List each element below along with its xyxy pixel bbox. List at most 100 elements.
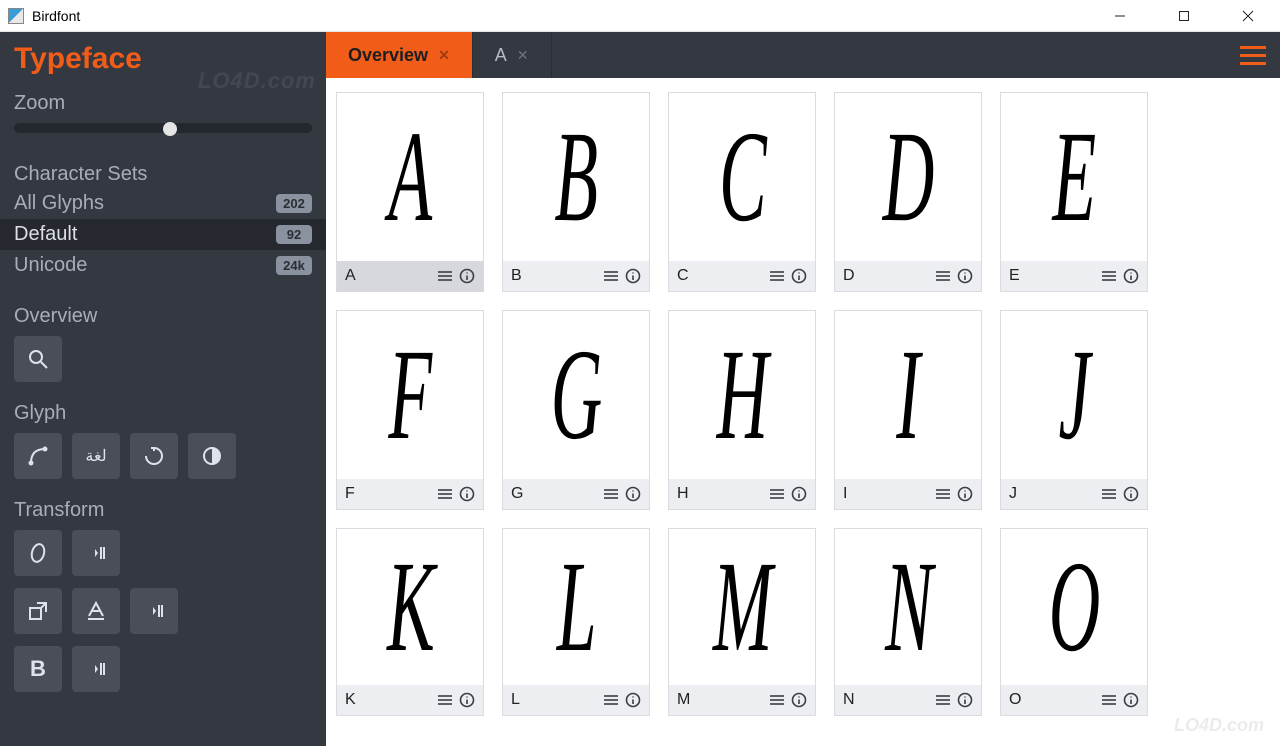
glyph-info-icon[interactable] bbox=[791, 486, 807, 502]
glyph-label: F bbox=[345, 485, 431, 503]
glyph-preview: D bbox=[835, 93, 981, 261]
glyph-grid-scroll[interactable]: AABBCCDDEEFFGGHHIIJJKKLLMMNNOO bbox=[326, 78, 1280, 746]
glyph-info-icon[interactable] bbox=[625, 268, 641, 284]
glyph-curve-button[interactable] bbox=[14, 433, 62, 479]
glyph-card-n[interactable]: NN bbox=[834, 528, 982, 716]
tab-bar: Overview ✕ A ✕ bbox=[326, 32, 1280, 78]
tab-overview[interactable]: Overview ✕ bbox=[326, 32, 473, 78]
glyph-menu-icon[interactable] bbox=[437, 269, 453, 283]
sidebar: LO4D.com Typeface Zoom Character Sets Al… bbox=[0, 32, 326, 746]
glyph-menu-icon[interactable] bbox=[437, 487, 453, 501]
zoom-slider[interactable] bbox=[14, 123, 312, 133]
glyph-card-g[interactable]: GG bbox=[502, 310, 650, 510]
glyph-grid: AABBCCDDEEFFGGHHIIJJKKLLMMNNOO bbox=[336, 92, 1270, 716]
glyph-info-icon[interactable] bbox=[625, 692, 641, 708]
glyph-label: A bbox=[345, 267, 431, 285]
window-minimize-button[interactable] bbox=[1100, 2, 1140, 30]
glyph-card-m[interactable]: MM bbox=[668, 528, 816, 716]
glyph-preview: E bbox=[1001, 93, 1147, 261]
glyph-rotate-button[interactable] bbox=[130, 433, 178, 479]
glyph-preview: K bbox=[337, 529, 483, 685]
glyph-menu-icon[interactable] bbox=[935, 693, 951, 707]
glyph-menu-icon[interactable] bbox=[603, 269, 619, 283]
tab-close-icon[interactable]: ✕ bbox=[517, 47, 529, 64]
glyph-preview: L bbox=[503, 529, 649, 685]
glyph-card-e[interactable]: EE bbox=[1000, 92, 1148, 292]
glyph-card-d[interactable]: DD bbox=[834, 92, 982, 292]
glyph-menu-icon[interactable] bbox=[769, 269, 785, 283]
glyph-preview: O bbox=[1001, 529, 1147, 685]
zoom-slider-thumb[interactable] bbox=[163, 122, 177, 136]
glyph-card-h[interactable]: HH bbox=[668, 310, 816, 510]
glyph-label: O bbox=[1009, 691, 1095, 709]
glyph-label: M bbox=[677, 691, 763, 709]
glyph-menu-icon[interactable] bbox=[603, 693, 619, 707]
glyph-info-icon[interactable] bbox=[1123, 268, 1139, 284]
charset-unicode[interactable]: Unicode 24k bbox=[0, 250, 326, 281]
window-close-button[interactable] bbox=[1228, 2, 1268, 30]
window-title: Birdfont bbox=[32, 8, 1100, 24]
glyph-info-icon[interactable] bbox=[957, 692, 973, 708]
glyph-menu-icon[interactable] bbox=[935, 487, 951, 501]
glyph-info-icon[interactable] bbox=[791, 692, 807, 708]
transform-baseline-button[interactable] bbox=[72, 588, 120, 634]
glyph-card-b[interactable]: BB bbox=[502, 92, 650, 292]
glyph-menu-icon[interactable] bbox=[1101, 269, 1117, 283]
transform-flip2-button[interactable] bbox=[130, 588, 178, 634]
glyph-contrast-button[interactable] bbox=[188, 433, 236, 479]
tab-close-icon[interactable]: ✕ bbox=[438, 47, 450, 64]
glyph-menu-icon[interactable] bbox=[769, 693, 785, 707]
glyph-menu-icon[interactable] bbox=[935, 269, 951, 283]
glyph-bar: C bbox=[669, 261, 815, 291]
search-button[interactable] bbox=[14, 336, 62, 382]
glyph-bar: K bbox=[337, 685, 483, 715]
glyph-info-icon[interactable] bbox=[791, 268, 807, 284]
glyph-menu-icon[interactable] bbox=[769, 487, 785, 501]
glyph-card-a[interactable]: AA bbox=[336, 92, 484, 292]
glyph-info-icon[interactable] bbox=[1123, 486, 1139, 502]
transform-resize-button[interactable] bbox=[14, 588, 62, 634]
glyph-card-o[interactable]: OO bbox=[1000, 528, 1148, 716]
glyph-card-k[interactable]: KK bbox=[336, 528, 484, 716]
glyph-label: K bbox=[345, 691, 431, 709]
tab-label: Overview bbox=[348, 45, 428, 66]
charset-all-glyphs[interactable]: All Glyphs 202 bbox=[0, 188, 326, 219]
glyph-label: L bbox=[511, 691, 597, 709]
glyph-info-icon[interactable] bbox=[1123, 692, 1139, 708]
glyph-card-f[interactable]: FF bbox=[336, 310, 484, 510]
window-maximize-button[interactable] bbox=[1164, 2, 1204, 30]
glyph-info-icon[interactable] bbox=[957, 486, 973, 502]
glyph-bar: G bbox=[503, 479, 649, 509]
charset-count: 92 bbox=[276, 225, 312, 244]
glyph-label: E bbox=[1009, 267, 1095, 285]
glyph-info-icon[interactable] bbox=[459, 486, 475, 502]
transform-flip-button[interactable] bbox=[72, 530, 120, 576]
tab-glyph-a[interactable]: A ✕ bbox=[473, 32, 552, 78]
charset-default[interactable]: Default 92 bbox=[0, 219, 326, 250]
glyph-menu-icon[interactable] bbox=[1101, 693, 1117, 707]
transform-skew-button[interactable] bbox=[14, 530, 62, 576]
glyph-info-icon[interactable] bbox=[459, 692, 475, 708]
glyph-card-i[interactable]: II bbox=[834, 310, 982, 510]
character-sets-label: Character Sets bbox=[0, 161, 326, 188]
glyph-card-c[interactable]: CC bbox=[668, 92, 816, 292]
glyph-label: B bbox=[511, 267, 597, 285]
glyph-bar: B bbox=[503, 261, 649, 291]
glyph-preview: A bbox=[337, 93, 483, 261]
glyph-preview: G bbox=[503, 311, 649, 479]
glyph-language-button[interactable]: لغة bbox=[72, 433, 120, 479]
charset-label: Unicode bbox=[14, 254, 87, 277]
menu-button[interactable] bbox=[1226, 32, 1280, 78]
glyph-info-icon[interactable] bbox=[459, 268, 475, 284]
glyph-info-icon[interactable] bbox=[625, 486, 641, 502]
glyph-card-l[interactable]: LL bbox=[502, 528, 650, 716]
glyph-menu-icon[interactable] bbox=[603, 487, 619, 501]
charset-label: Default bbox=[14, 223, 77, 246]
hamburger-icon bbox=[1240, 54, 1266, 57]
glyph-menu-icon[interactable] bbox=[1101, 487, 1117, 501]
transform-flip3-button[interactable] bbox=[72, 646, 120, 692]
glyph-info-icon[interactable] bbox=[957, 268, 973, 284]
glyph-menu-icon[interactable] bbox=[437, 693, 453, 707]
glyph-card-j[interactable]: JJ bbox=[1000, 310, 1148, 510]
transform-bold-button[interactable]: B bbox=[14, 646, 62, 692]
